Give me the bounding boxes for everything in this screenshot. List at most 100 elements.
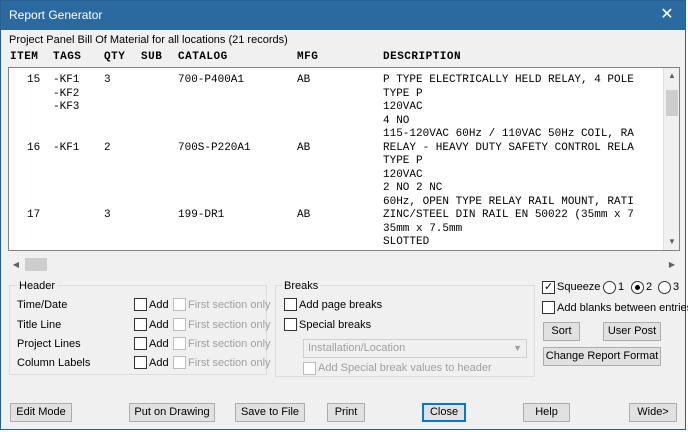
table-row[interactable]: 17 3 199-DR1 AB ZINC/STEEL DIN RAIL EN 50022… xyxy=(9,209,663,250)
column-header-catalog: CATALOG xyxy=(178,51,228,63)
breaks-group-label: Breaks xyxy=(282,280,321,292)
title-line-first-checkbox xyxy=(173,318,186,331)
project-lines-label: Project Lines xyxy=(17,338,81,350)
cell-description: 60Hz, OPEN TYPE RELAY RAIL MOUNT, RATI xyxy=(383,195,634,208)
time-date-add-label: Add xyxy=(149,299,169,311)
horizontal-scrollbar[interactable]: ◀ ▶ xyxy=(8,256,680,273)
edit-mode-button[interactable]: Edit Mode xyxy=(10,403,72,422)
column-labels-first-label: First section only xyxy=(188,357,271,369)
report-subtitle: Project Panel Bill Of Material for all l… xyxy=(9,34,288,46)
scroll-left-icon[interactable]: ◀ xyxy=(8,256,24,273)
cell-description: P TYPE ELECTRICALLY HELD RELAY, 4 POLE xyxy=(383,74,634,86)
cell-item: 16 xyxy=(27,141,41,154)
squeeze-radio-2[interactable] xyxy=(631,281,644,294)
squeeze-radio-1[interactable] xyxy=(603,281,616,294)
column-labels-label: Column Labels xyxy=(17,357,91,369)
cell-description: 120VAC xyxy=(383,101,423,113)
column-labels-first-checkbox xyxy=(173,356,186,369)
cell-description: SLOTTED xyxy=(383,236,430,248)
cell-mfg: AB xyxy=(297,141,311,154)
user-post-button[interactable]: User Post xyxy=(603,322,661,341)
special-header-label: Add Special break values to header xyxy=(318,362,492,374)
project-lines-add-checkbox[interactable] xyxy=(134,337,147,350)
cell-qty: 2 xyxy=(104,141,111,154)
project-lines-first-label: First section only xyxy=(188,338,271,350)
cell-tag: -KF1 xyxy=(53,141,80,154)
title-line-add-checkbox[interactable] xyxy=(134,318,147,331)
cell-tag: -KF2 xyxy=(53,87,80,100)
title-line-first-label: First section only xyxy=(188,319,271,331)
squeeze-radio-3-label: 3 xyxy=(673,281,680,293)
close-icon[interactable]: ✕ xyxy=(657,5,677,25)
sort-button[interactable]: Sort xyxy=(543,322,580,341)
close-button[interactable]: Close xyxy=(422,403,466,422)
special-breaks-checkbox[interactable] xyxy=(284,318,297,331)
header-group-label: Header xyxy=(17,280,58,292)
time-date-add-checkbox[interactable] xyxy=(134,298,147,311)
squeeze-radio-2-label: 2 xyxy=(646,281,653,293)
cell-description: 2 NO 2 NC xyxy=(383,182,443,194)
cell-description: 115-120VAC 60Hz / 110VAC 50Hz COIL, RA xyxy=(383,128,634,140)
title-line-label: Title Line xyxy=(17,319,62,331)
add-blanks-label: Add blanks between entries xyxy=(557,302,688,314)
put-on-drawing-button[interactable]: Put on Drawing xyxy=(129,403,215,422)
scroll-down-icon[interactable]: ▼ xyxy=(664,234,679,250)
project-lines-first-checkbox xyxy=(173,337,186,350)
page-breaks-checkbox[interactable] xyxy=(284,298,297,311)
wide-button[interactable]: Wide> xyxy=(629,403,677,422)
report-generator-dialog: Report Generator ✕ Project Panel Bill Of… xyxy=(0,0,688,430)
column-labels-add-checkbox[interactable] xyxy=(134,356,147,369)
cell-description: RELAY - HEAVY DUTY SAFETY CONTROL RELA xyxy=(383,141,634,154)
cell-tag: -KF3 xyxy=(53,101,80,113)
scroll-up-icon[interactable]: ▲ xyxy=(664,68,679,84)
column-header-description: DESCRIPTION xyxy=(383,51,462,63)
add-blanks-checkbox[interactable] xyxy=(542,301,555,314)
cell-description: TYPE P xyxy=(383,155,423,167)
print-button[interactable]: Print xyxy=(327,403,365,422)
chevron-down-icon: ▼ xyxy=(513,343,522,353)
time-date-label: Time/Date xyxy=(17,299,68,311)
squeeze-radio-3[interactable] xyxy=(658,281,671,294)
cell-qty: 3 xyxy=(104,74,111,86)
project-lines-add-label: Add xyxy=(149,338,169,350)
column-header-mfg: MFG xyxy=(297,51,319,63)
cell-description: ZINC/STEEL DIN RAIL EN 50022 (35mm x 7 xyxy=(383,209,634,221)
table-row[interactable]: 16 -KF1 2 700S-P220A1 AB RELAY - HEAVY DUTY S… xyxy=(9,142,663,210)
column-header-tags: TAGS xyxy=(53,51,82,63)
time-date-first-checkbox xyxy=(173,298,186,311)
cell-description: 4 NO xyxy=(383,114,410,127)
scroll-right-icon[interactable]: ▶ xyxy=(664,256,680,273)
title-line-add-label: Add xyxy=(149,319,169,331)
special-breaks-label: Special breaks xyxy=(299,319,372,331)
squeeze-radio-1-label: 1 xyxy=(618,281,625,293)
cell-catalog: 700S-P220A1 xyxy=(178,141,251,154)
help-button[interactable]: Help xyxy=(523,403,570,422)
column-labels-add-label: Add xyxy=(149,357,169,369)
save-to-file-button[interactable]: Save to File xyxy=(235,403,305,422)
table-row[interactable]: 15 -KF1 -KF2 -KF3 3 700-P400A1 AB P TYPE ELECTR… xyxy=(9,74,663,142)
horizontal-scroll-thumb[interactable] xyxy=(25,258,47,271)
cell-mfg: AB xyxy=(297,209,311,221)
column-header-item: ITEM xyxy=(10,51,39,63)
cell-description: 120VAC xyxy=(383,168,423,181)
title-bar: Report Generator ✕ xyxy=(1,1,685,30)
cell-tag: -KF1 xyxy=(53,74,80,86)
special-header-checkbox xyxy=(303,362,316,375)
break-field-select: Installation/Location ▼ xyxy=(303,339,527,358)
change-report-format-button[interactable]: Change Report Format xyxy=(543,347,661,366)
page-breaks-label: Add page breaks xyxy=(299,299,383,311)
cell-mfg: AB xyxy=(297,74,311,86)
squeeze-label: Squeeze xyxy=(557,281,601,293)
time-date-first-label: First section only xyxy=(188,299,271,311)
window-title: Report Generator xyxy=(9,8,103,22)
squeeze-checkbox[interactable] xyxy=(542,280,555,294)
vertical-scroll-thumb[interactable] xyxy=(666,90,678,116)
break-field-value: Installation/Location xyxy=(308,342,406,354)
report-list-content: 15 -KF1 -KF2 -KF3 3 700-P400A1 AB P TYPE ELECTR… xyxy=(9,70,663,250)
column-header-sub: SUB xyxy=(141,51,163,63)
vertical-scrollbar[interactable]: ▲ ▼ xyxy=(663,68,679,250)
cell-qty: 3 xyxy=(104,209,111,221)
cell-catalog: 700-P400A1 xyxy=(178,74,245,86)
report-list[interactable]: 15 -KF1 -KF2 -KF3 3 700-P400A1 AB P TYPE ELECTR… xyxy=(8,67,680,251)
cell-description: 35mm x 7.5mm xyxy=(383,222,463,235)
